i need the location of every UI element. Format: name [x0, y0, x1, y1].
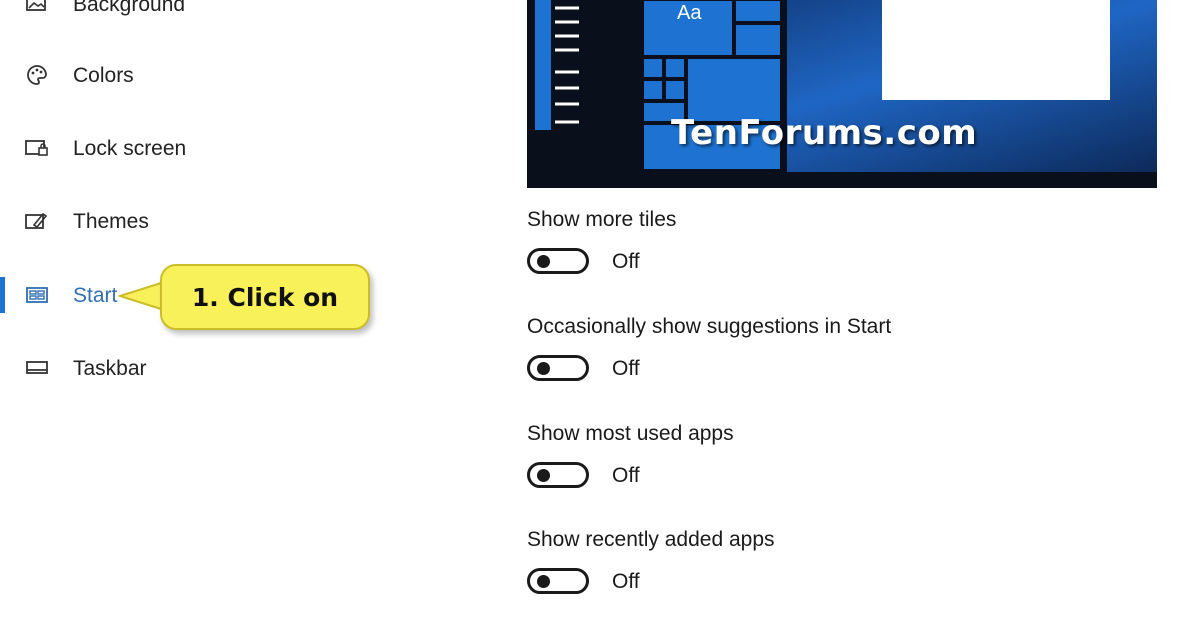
tile-label: Aa	[677, 2, 702, 24]
sidebar-item-lock-screen[interactable]: Lock screen	[0, 128, 300, 168]
toggle-state: Off	[612, 357, 640, 380]
setting-title: Show more tiles	[527, 208, 677, 231]
toggle-knob	[537, 469, 550, 482]
setting-recently-added-apps: Show recently added apps Off	[527, 528, 1127, 628]
watermark-text: TenForums.com	[671, 113, 978, 153]
sidebar-item-label: Colors	[73, 64, 134, 87]
setting-title: Occasionally show suggestions in Start	[527, 315, 892, 338]
sidebar-item-label: Lock screen	[73, 137, 187, 160]
toggle-knob	[537, 575, 550, 588]
setting-title: Show most used apps	[527, 422, 734, 445]
recently-added-apps-toggle[interactable]	[527, 568, 589, 594]
setting-show-suggestions: Occasionally show suggestions in Start O…	[527, 315, 1127, 415]
background-image-icon	[24, 0, 50, 16]
sidebar-item-label: Start	[73, 284, 118, 307]
toggle-knob	[537, 255, 550, 268]
start-preview-image: Aa TenForums.com	[527, 0, 1157, 188]
lock-screen-icon	[24, 136, 50, 160]
start-tiles-icon	[24, 283, 50, 307]
sidebar-item-label: Themes	[73, 210, 149, 233]
setting-most-used-apps: Show most used apps Off	[527, 422, 1127, 522]
sidebar-item-taskbar[interactable]: Taskbar	[0, 348, 300, 388]
setting-title: Show recently added apps	[527, 528, 775, 551]
themes-icon	[24, 209, 50, 233]
callout-annotation: 1. Click on	[160, 264, 370, 330]
sidebar-item-themes[interactable]: Themes	[0, 201, 300, 241]
toggle-state: Off	[612, 570, 640, 593]
toggle-state: Off	[612, 464, 640, 487]
show-suggestions-toggle[interactable]	[527, 355, 589, 381]
sidebar-item-label: Taskbar	[73, 357, 147, 380]
taskbar-icon	[24, 356, 50, 380]
sidebar-item-colors[interactable]: Colors	[0, 55, 300, 95]
most-used-apps-toggle[interactable]	[527, 462, 589, 488]
toggle-knob	[537, 362, 550, 375]
show-more-tiles-toggle[interactable]	[527, 248, 589, 274]
sidebar-item-label: Background	[73, 0, 186, 16]
sidebar-item-background[interactable]: Background	[0, 0, 300, 24]
palette-icon	[24, 63, 50, 87]
toggle-state: Off	[612, 250, 640, 273]
callout-text: 1. Click on	[191, 282, 339, 312]
setting-show-more-tiles: Show more tiles Off	[527, 208, 1127, 308]
